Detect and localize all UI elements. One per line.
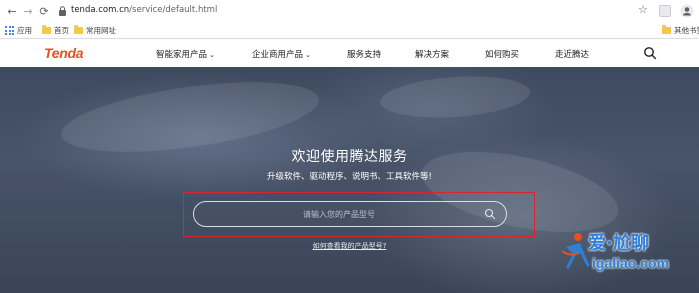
apps-icon (5, 26, 14, 35)
chevron-down-icon: ⌄ (305, 51, 311, 59)
bookmark-star-icon[interactable]: ☆ (638, 3, 648, 16)
nav-service-support[interactable]: 服务支持 (347, 48, 381, 60)
bookmark-home[interactable]: 首页 (42, 25, 69, 36)
product-model-input[interactable] (204, 202, 474, 226)
site-header: Tenda 智能家用产品 ⌄ 企业商用产品 ⌄ 服务支持 解决方案 如何购买 走近腾… (0, 40, 699, 67)
nav-label: 企业商用产品 (252, 50, 304, 60)
url-host: tenda.com.cn (71, 5, 130, 15)
browser-address-bar: ← → ⟳ tenda.com.cn/service/default.html … (0, 0, 699, 22)
nav-label: 解决方案 (415, 50, 450, 60)
lock-icon (59, 6, 66, 16)
forward-arrow-icon[interactable]: → (20, 3, 36, 19)
back-arrow-icon[interactable]: ← (4, 3, 20, 19)
nav-home-products[interactable]: 智能家用产品 ⌄ (156, 48, 215, 60)
extension-icon[interactable] (659, 5, 671, 17)
search-icon[interactable] (643, 46, 657, 60)
hero-background-shape (378, 71, 532, 123)
bookmark-other[interactable]: 其他书签 (662, 25, 699, 36)
folder-icon (662, 25, 671, 34)
nav-business-products[interactable]: 企业商用产品 ⌄ (252, 48, 311, 60)
bookmark-label: 首页 (54, 26, 69, 35)
watermark-domain: igaliao.com (592, 255, 670, 271)
hero-subtitle: 升级软件、驱动程序、说明书、工具软件等! (267, 172, 432, 182)
bookmark-label: 常用网址 (86, 26, 116, 35)
bookmark-label: 其他书签 (674, 26, 699, 35)
running-figure-icon (561, 233, 590, 269)
profile-avatar-icon[interactable] (680, 4, 694, 18)
chevron-down-icon: ⌄ (209, 51, 215, 59)
nav-label: 服务支持 (347, 50, 382, 60)
product-search-box (193, 201, 507, 227)
bookmark-apps[interactable]: 应用 (5, 25, 32, 36)
hero-title: 欢迎使用腾达服务 (291, 149, 408, 165)
nav-label: 走近腾达 (555, 50, 590, 60)
folder-icon (42, 25, 51, 34)
reload-icon[interactable]: ⟳ (36, 3, 52, 19)
bookmark-common-sites[interactable]: 常用网址 (74, 25, 116, 36)
nav-label: 智能家用产品 (156, 50, 208, 60)
watermark: 爱·尬聊 igaliao.com (560, 227, 699, 293)
url-field[interactable]: tenda.com.cn/service/default.html (71, 5, 217, 15)
nav-label: 如何购买 (485, 50, 520, 60)
nav-how-to-buy[interactable]: 如何购买 (485, 48, 519, 60)
watermark-text: 爱·尬聊 (588, 233, 649, 254)
nav-about-tenda[interactable]: 走近腾达 (555, 48, 589, 60)
search-icon[interactable] (484, 208, 496, 220)
bookmark-label: 应用 (17, 26, 32, 35)
hero-banner: 欢迎使用腾达服务 升级软件、驱动程序、说明书、工具软件等! 如何查看我的产品型号… (0, 67, 699, 293)
nav-solutions[interactable]: 解决方案 (415, 48, 449, 60)
folder-icon (74, 25, 83, 34)
bookmarks-bar: 应用 首页 常用网址 其他书签 (0, 22, 699, 39)
url-path: /service/default.html (129, 5, 218, 15)
tenda-logo[interactable]: Tenda (44, 45, 84, 61)
